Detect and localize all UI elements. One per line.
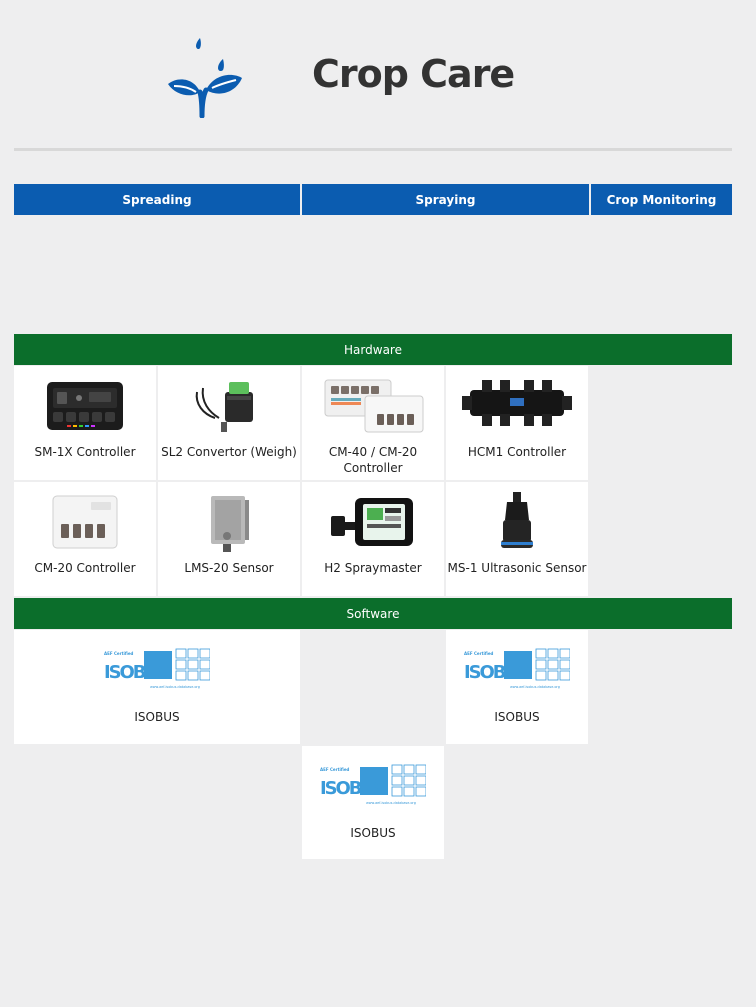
product-card-sl2[interactable]: SL2 Convertor (Weigh) bbox=[158, 366, 300, 480]
product-card-cm40-cm20[interactable]: CM-40 / CM-20 Controller bbox=[302, 366, 444, 480]
software-label: ISOBUS bbox=[134, 710, 180, 724]
sm1x-controller-image bbox=[47, 382, 123, 430]
h2-spraymaster-image bbox=[331, 498, 413, 546]
product-card-ms1[interactable]: MS-1 Ultrasonic Sensor bbox=[446, 482, 588, 596]
hardware-heading: Hardware bbox=[14, 334, 732, 365]
product-card-lms20[interactable]: LMS-20 Sensor bbox=[158, 482, 300, 596]
software-label: ISOBUS bbox=[494, 710, 540, 724]
cm40-cm20-controller-image bbox=[324, 379, 424, 433]
tab-crop-monitoring[interactable]: Crop Monitoring bbox=[591, 184, 732, 215]
tab-spreading[interactable]: Spreading bbox=[14, 184, 300, 215]
svg-text:ISOBUS: ISOBUS bbox=[464, 662, 530, 683]
product-card-hcm1[interactable]: HCM1 Controller bbox=[446, 366, 588, 480]
product-card-h2-spraymaster[interactable]: H2 Spraymaster bbox=[302, 482, 444, 596]
lms20-sensor-image bbox=[211, 496, 249, 552]
isobus-certified-logo: AEF Certified ISOBUS www.aef-isobus-data… bbox=[104, 648, 210, 689]
product-card-cm20[interactable]: CM-20 Controller bbox=[14, 482, 156, 596]
cm20-controller-image bbox=[52, 495, 118, 549]
page-header: Crop Care bbox=[0, 0, 756, 150]
product-label: CM-40 / CM-20 Controller bbox=[328, 445, 418, 475]
product-label: MS-1 Ultrasonic Sensor bbox=[447, 561, 587, 575]
svg-text:AEF Certified: AEF Certified bbox=[320, 767, 350, 772]
tab-spraying[interactable]: Spraying bbox=[302, 184, 589, 215]
hcm1-controller-image bbox=[462, 380, 572, 426]
svg-text:www.aef-isobus-database.org: www.aef-isobus-database.org bbox=[510, 685, 560, 689]
software-label: ISOBUS bbox=[350, 826, 396, 840]
product-card-sm1x[interactable]: SM-1X Controller bbox=[14, 366, 156, 480]
header-divider bbox=[14, 148, 732, 151]
svg-text:AEF Certified: AEF Certified bbox=[104, 651, 134, 656]
software-heading: Software bbox=[14, 598, 732, 629]
category-tabs: Spreading Spraying Crop Monitoring bbox=[14, 184, 732, 215]
crop-care-leaf-drops-icon bbox=[168, 38, 242, 118]
product-label: LMS-20 Sensor bbox=[184, 561, 274, 575]
sl2-convertor-image bbox=[195, 382, 253, 432]
svg-text:ISOBUS: ISOBUS bbox=[320, 778, 386, 799]
page-title: Crop Care bbox=[312, 52, 515, 96]
svg-text:ISOBUS: ISOBUS bbox=[104, 662, 170, 683]
ms1-ultrasonic-sensor-image bbox=[501, 492, 533, 548]
svg-text:www.aef-isobus-database.org: www.aef-isobus-database.org bbox=[150, 685, 200, 689]
software-card-isobus[interactable]: AEF Certified ISOBUS www.aef-isobus-data… bbox=[14, 630, 300, 744]
product-label: H2 Spraymaster bbox=[324, 561, 422, 575]
isobus-certified-logo: AEF Certified ISOBUS www.aef-isobus-data… bbox=[464, 648, 570, 689]
software-card-isobus[interactable]: AEF Certified ISOBUS www.aef-isobus-data… bbox=[446, 630, 588, 744]
isobus-certified-logo: AEF Certified ISOBUS www.aef-isobus-data… bbox=[320, 764, 426, 805]
software-card-isobus[interactable]: AEF Certified ISOBUS www.aef-isobus-data… bbox=[302, 746, 444, 859]
svg-text:AEF Certified: AEF Certified bbox=[464, 651, 494, 656]
product-label: SM-1X Controller bbox=[34, 445, 136, 459]
product-label: SL2 Convertor (Weigh) bbox=[161, 445, 297, 459]
product-label: CM-20 Controller bbox=[34, 561, 136, 575]
product-label: HCM1 Controller bbox=[467, 445, 567, 459]
svg-text:www.aef-isobus-database.org: www.aef-isobus-database.org bbox=[366, 801, 416, 805]
